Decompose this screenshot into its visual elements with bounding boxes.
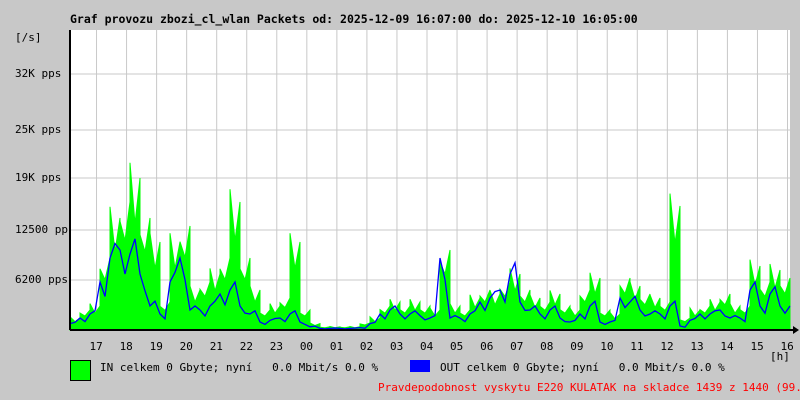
- legend-in-swatch: [70, 360, 91, 381]
- legend-in-text: IN celkem 0 Gbyte; nyní 0.0 Mbit/s 0.0 %: [100, 361, 379, 374]
- footer-note: Pravdepodobnost vyskytu E220 KULATAK na …: [378, 381, 800, 394]
- x-axis-arrow-icon: [793, 326, 799, 334]
- legend-out-swatch: [410, 360, 430, 372]
- legend-out-text: OUT celkem 0 Gbyte; nyní 0.0 Mbit/s 0.0 …: [440, 361, 725, 374]
- chart-plot: [69, 30, 799, 334]
